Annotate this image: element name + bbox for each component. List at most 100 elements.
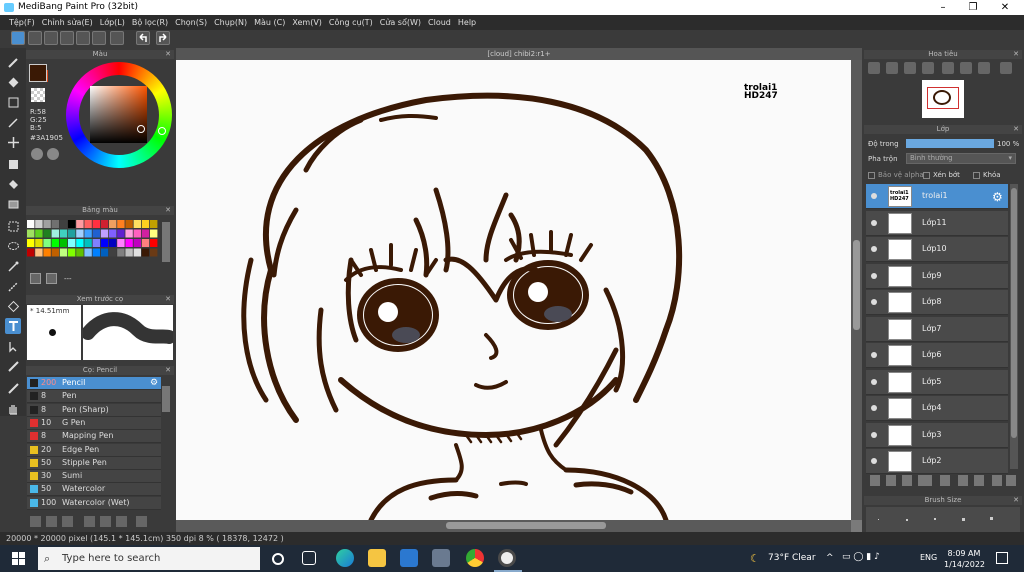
palette-swatch[interactable] xyxy=(150,239,158,247)
palette-swatch[interactable] xyxy=(43,220,51,228)
palette-swatch[interactable] xyxy=(35,220,43,228)
palette-swatch[interactable] xyxy=(35,229,43,238)
minimize-button[interactable]: – xyxy=(928,0,958,15)
palette-swatch[interactable] xyxy=(109,248,117,257)
tray-chevron-icon[interactable]: ^ xyxy=(826,553,834,563)
palette-swatch[interactable] xyxy=(84,248,92,257)
maximize-button[interactable]: ❐ xyxy=(958,0,988,15)
brush-settings-icon[interactable] xyxy=(46,516,57,527)
palette-swatch[interactable] xyxy=(133,220,141,228)
divide-tool-icon[interactable] xyxy=(5,358,21,374)
lock-checkbox[interactable] xyxy=(973,172,980,179)
navigator-thumbnail[interactable] xyxy=(922,80,964,118)
close-icon[interactable]: ✕ xyxy=(165,366,171,375)
drawing-canvas[interactable]: trolai1 HD247 xyxy=(176,60,851,520)
layer-row[interactable]: trolai1 HD247 trolai1 xyxy=(866,184,1008,209)
brush-item[interactable]: 50 Stipple Pen xyxy=(27,456,161,470)
medibang-taskbar-icon[interactable] xyxy=(498,549,516,567)
saturation-square[interactable] xyxy=(90,86,147,143)
select-eraser-tool-icon[interactable] xyxy=(5,298,21,314)
taskbar-search-box[interactable]: ⌕ Type here to search xyxy=(38,547,260,570)
close-icon[interactable]: ✕ xyxy=(1013,125,1019,134)
palette-swatch[interactable] xyxy=(125,220,133,228)
layer-folder-icon[interactable] xyxy=(940,475,950,486)
color-palette-mode-icon[interactable] xyxy=(47,148,59,160)
palette-swatch[interactable] xyxy=(84,239,92,247)
palette-swatch[interactable] xyxy=(125,239,133,247)
palette-swatch[interactable] xyxy=(109,220,117,228)
camera-icon[interactable] xyxy=(432,549,450,567)
palette-swatch[interactable] xyxy=(35,248,43,257)
layer-settings-gear-icon[interactable]: ⚙ xyxy=(992,190,1003,204)
layer-row[interactable]: Lớp2 xyxy=(866,449,1008,474)
layer-row[interactable]: Lớp3 xyxy=(866,422,1008,448)
palette-swatch[interactable] xyxy=(92,220,100,228)
menu-color[interactable]: Màu (C) xyxy=(251,15,289,30)
brush-item[interactable]: 10 G Pen xyxy=(27,416,161,430)
palette-swatch[interactable] xyxy=(100,248,109,257)
palette-swatch[interactable] xyxy=(141,220,150,228)
palette-swatch[interactable] xyxy=(68,239,76,247)
select-tool-icon[interactable] xyxy=(5,218,21,234)
menu-cloud[interactable]: Cloud xyxy=(425,15,455,30)
layer-row[interactable]: Lớp4 xyxy=(866,396,1008,421)
menu-select[interactable]: Chọn(S) xyxy=(172,15,211,30)
palette-swatch[interactable] xyxy=(141,239,150,247)
clipping-checkbox[interactable] xyxy=(923,172,930,179)
comment-icon[interactable] xyxy=(44,31,58,45)
brush-duplicate-icon[interactable] xyxy=(116,516,127,527)
palette-swatch[interactable] xyxy=(68,248,76,257)
palette-swatch[interactable] xyxy=(27,220,35,228)
undo-icon[interactable] xyxy=(136,31,150,45)
palette-swatch[interactable] xyxy=(59,248,68,257)
keyboard-icon[interactable] xyxy=(76,31,90,45)
tray-icons[interactable]: ▭ ◯ ▮ ♪ xyxy=(842,552,880,562)
palette-swatch[interactable] xyxy=(51,248,59,257)
layer-row[interactable]: Lớp11 xyxy=(866,210,1008,236)
layer-visibility-eye-icon[interactable] xyxy=(871,193,877,199)
alpha-protect-checkbox[interactable] xyxy=(868,172,875,179)
notification-icon[interactable] xyxy=(996,552,1008,564)
palette-swatch[interactable] xyxy=(141,229,150,238)
palette-swatch[interactable] xyxy=(59,220,68,228)
close-icon[interactable]: ✕ xyxy=(1013,50,1019,59)
palette-scrollbar[interactable] xyxy=(162,222,170,262)
rotate-left-icon[interactable] xyxy=(942,62,954,74)
new-8bit-layer-icon[interactable] xyxy=(902,475,912,486)
cloud-upload-icon[interactable] xyxy=(11,31,25,45)
palette-swatch[interactable] xyxy=(43,239,51,247)
palette-swatch[interactable] xyxy=(92,248,100,257)
brush-size-presets[interactable] xyxy=(866,507,1020,532)
eyedropper-tool-icon[interactable] xyxy=(5,380,21,396)
palette-swatch[interactable] xyxy=(150,229,158,238)
close-icon[interactable]: ✕ xyxy=(165,50,171,59)
palette-swatch[interactable] xyxy=(117,248,125,257)
menu-edit[interactable]: Chỉnh sửa(E) xyxy=(39,15,97,30)
reset-view-icon[interactable] xyxy=(1000,62,1012,74)
merge-layer-icon[interactable] xyxy=(974,475,984,486)
brush-item[interactable]: 30 Sumi xyxy=(27,470,161,484)
close-icon[interactable]: ✕ xyxy=(165,295,171,304)
redo-icon[interactable] xyxy=(156,31,170,45)
palette-swatch[interactable] xyxy=(117,220,125,228)
layer-visibility-eye-icon[interactable] xyxy=(871,246,877,252)
palette-swatch[interactable] xyxy=(125,248,133,257)
menu-view[interactable]: Xem(V) xyxy=(289,15,326,30)
close-icon[interactable]: ✕ xyxy=(1013,496,1019,505)
menu-window[interactable]: Cửa sổ(W) xyxy=(377,15,425,30)
layer-visibility-eye-icon[interactable] xyxy=(871,272,877,279)
palette-swatch[interactable] xyxy=(43,248,51,257)
palette-swatch[interactable] xyxy=(84,229,92,238)
menu-snap[interactable]: Chụp(N) xyxy=(211,15,251,30)
palette-swatch[interactable] xyxy=(51,229,59,238)
layer-row[interactable]: Lớp7 xyxy=(866,316,1008,342)
rotate-right-icon[interactable] xyxy=(978,62,990,74)
layer-row[interactable]: Lớp6 xyxy=(866,343,1008,368)
palette-swatch[interactable] xyxy=(68,229,76,238)
palette-swatch[interactable] xyxy=(76,239,84,247)
palette-swatch[interactable] xyxy=(92,229,100,238)
layer-visibility-eye-icon[interactable] xyxy=(871,219,877,226)
palette-swatch[interactable] xyxy=(133,248,141,257)
menu-help[interactable]: Help xyxy=(455,15,480,30)
chrome-icon[interactable] xyxy=(466,549,484,567)
